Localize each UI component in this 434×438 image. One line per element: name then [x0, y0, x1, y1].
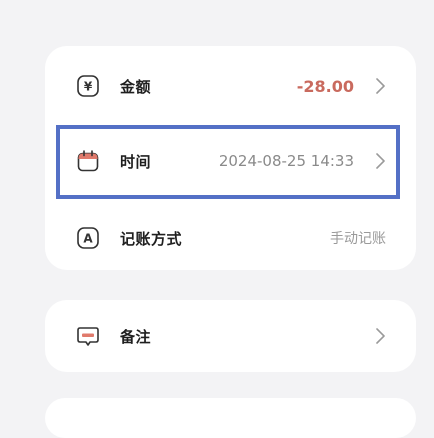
yen-icon: ¥ — [77, 75, 99, 97]
chevron-right-icon — [376, 78, 385, 94]
highlight-box — [56, 125, 400, 199]
amount-value: -28.00 — [296, 76, 354, 96]
svg-text:A: A — [83, 232, 93, 246]
amount-label: 金额 — [120, 77, 152, 96]
svg-text:¥: ¥ — [84, 80, 93, 94]
note-icon — [77, 327, 99, 346]
note-row[interactable]: 备注 — [45, 306, 416, 366]
note-card: 备注 — [45, 300, 416, 372]
amount-row[interactable]: ¥ 金额 -28.00 — [45, 56, 416, 116]
note-label: 备注 — [120, 327, 152, 346]
method-label: 记账方式 — [120, 229, 183, 248]
chevron-right-icon — [376, 328, 385, 344]
method-row: A 记账方式 手动记账 — [45, 208, 416, 268]
method-value: 手动记账 — [330, 231, 386, 247]
letter-a-icon: A — [77, 227, 99, 249]
next-card-peek — [45, 398, 416, 438]
